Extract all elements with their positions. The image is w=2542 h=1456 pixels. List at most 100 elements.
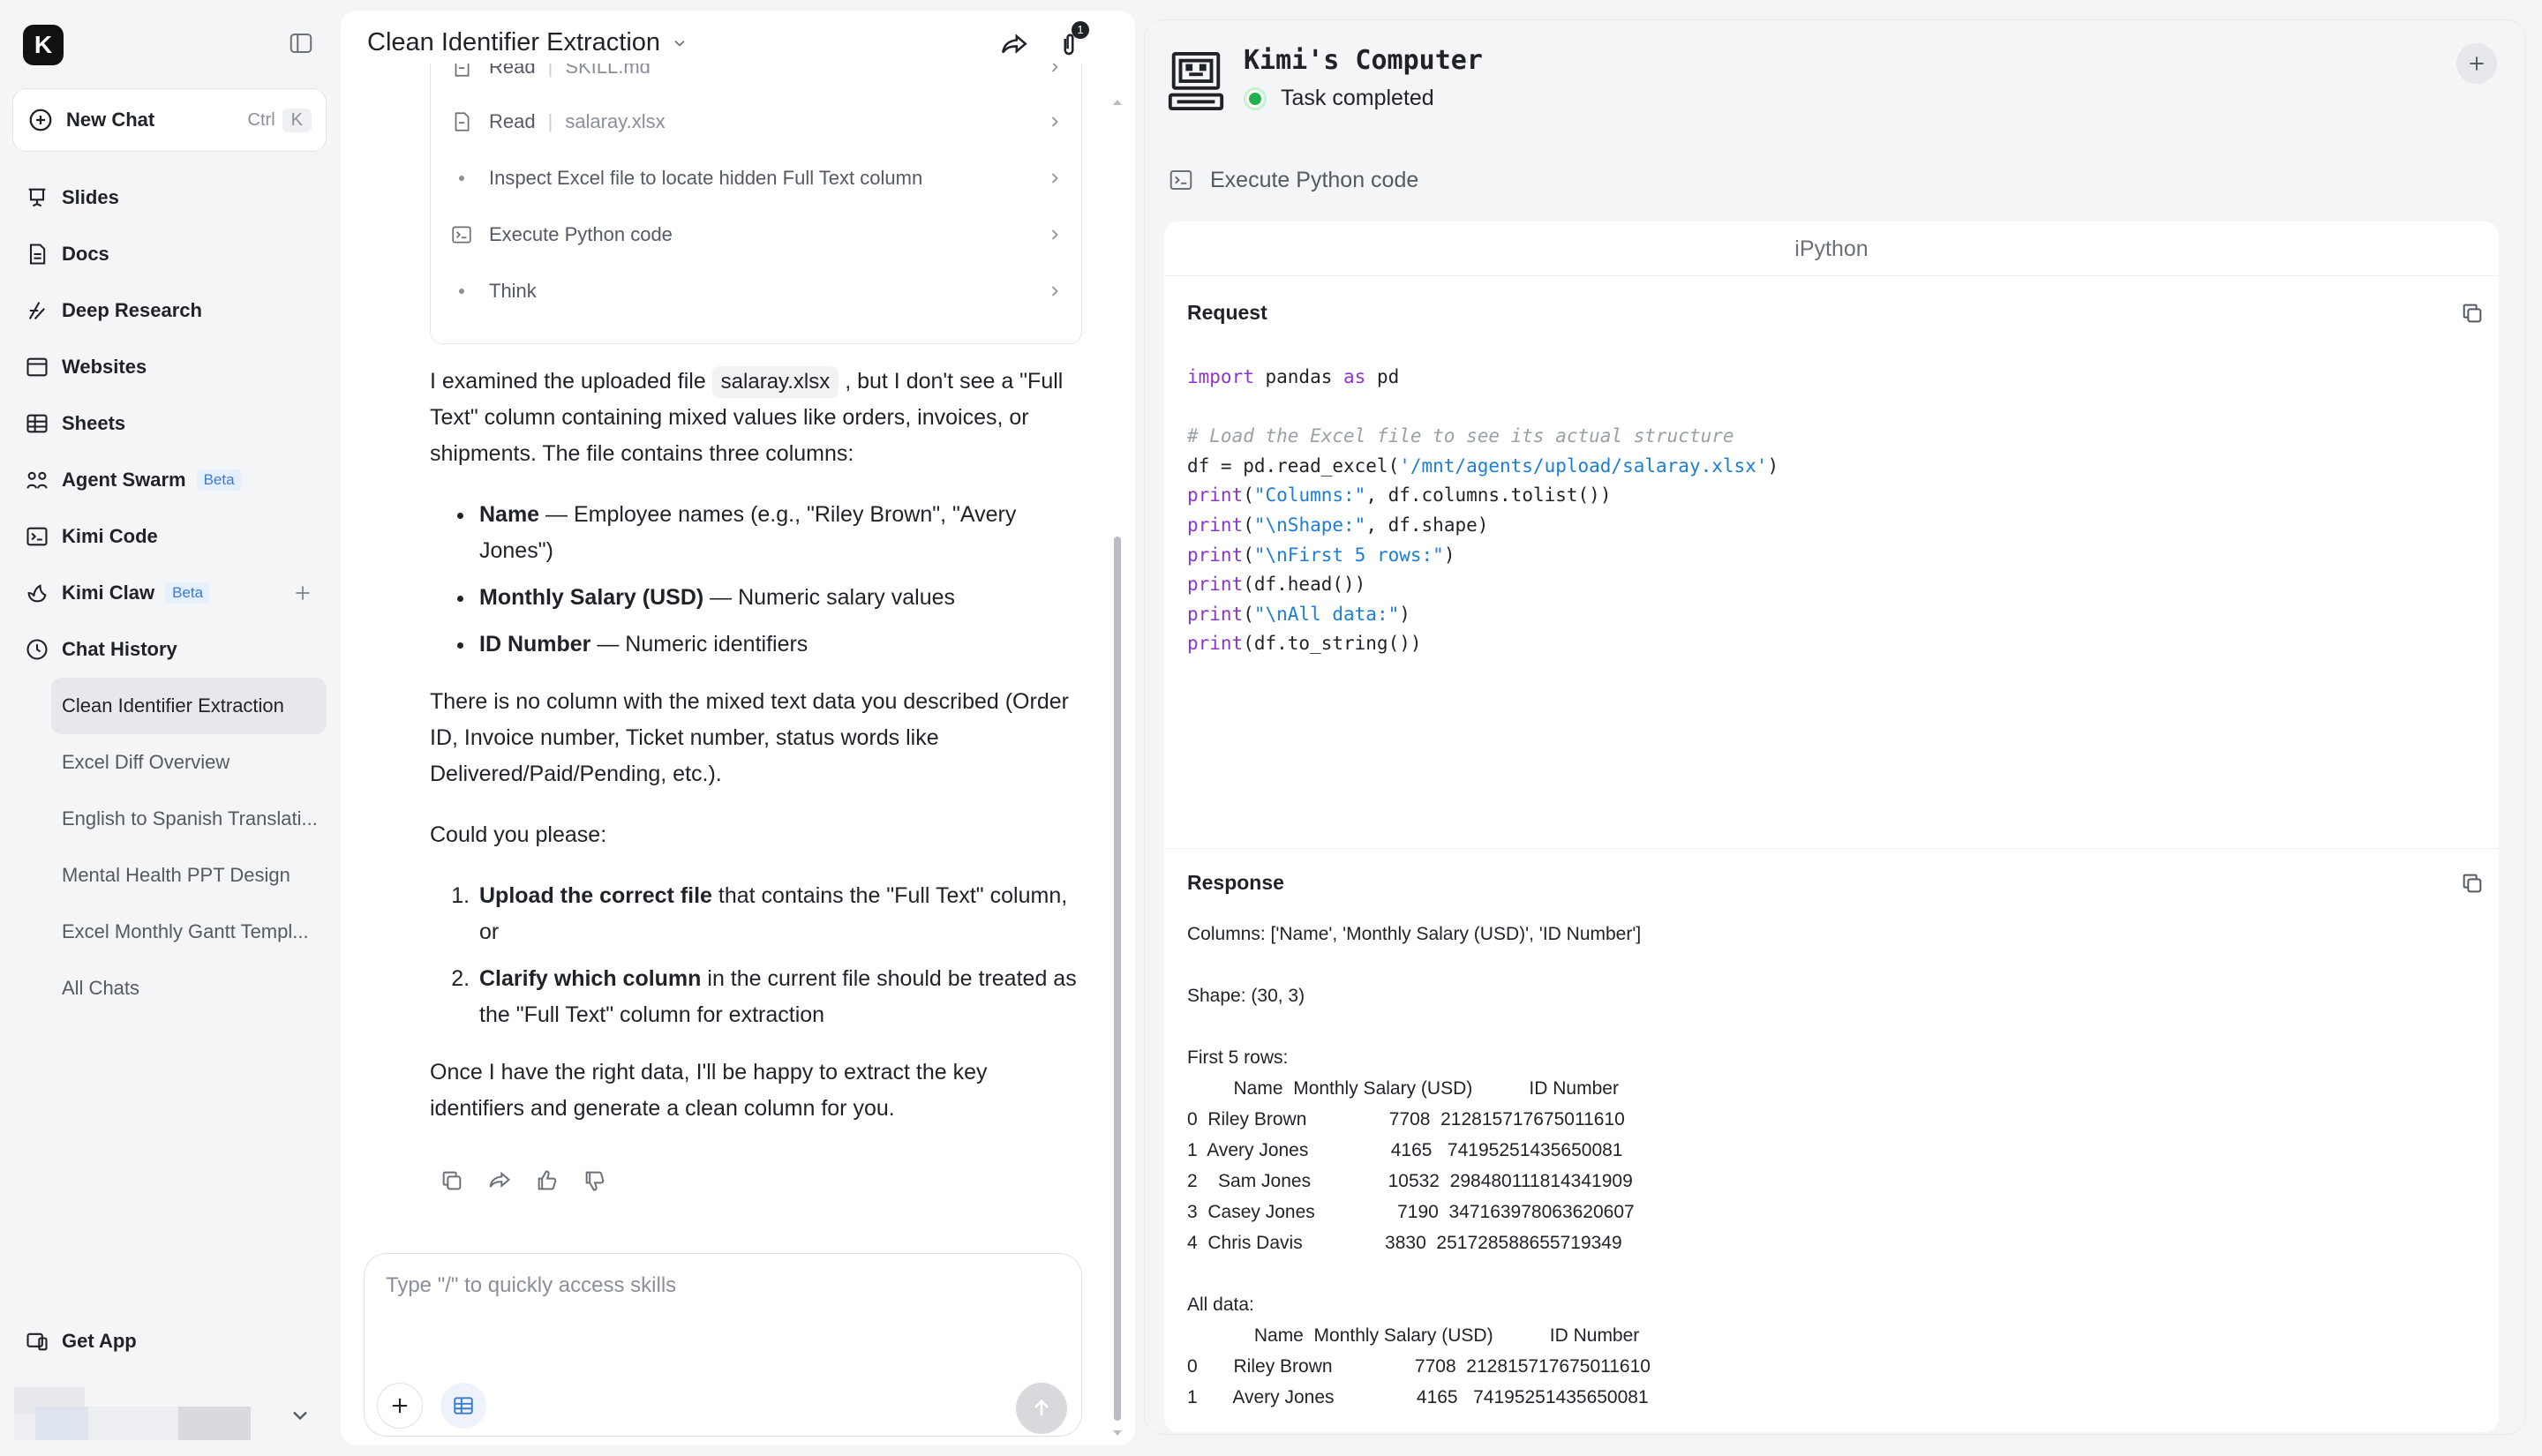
copy-icon[interactable] <box>440 1168 464 1193</box>
message-input[interactable] <box>386 1273 1057 1298</box>
history-item[interactable]: Mental Health PPT Design <box>51 847 327 904</box>
step-file: salaray.xlsx <box>565 110 666 132</box>
computer-title: Kimi's Computer <box>1244 45 1483 76</box>
step-read-skill[interactable]: Read | SKILL.md <box>431 64 1081 95</box>
chevron-down-icon[interactable] <box>288 1403 312 1428</box>
sidebar-toggle-icon[interactable] <box>288 30 314 56</box>
code-line: print(df.to_string()) <box>1187 633 1422 655</box>
file-chip[interactable]: salaray.xlsx <box>711 366 839 398</box>
sidebar-item-sheets[interactable]: Sheets <box>12 395 327 452</box>
sidebar-item-kimi-claw[interactable]: Kimi Claw Beta <box>12 565 327 621</box>
computer-panel: Kimi's Computer Task completed Execute P… <box>1144 19 2526 1435</box>
beta-badge: Beta <box>196 469 242 491</box>
output-line: All data: <box>1187 1295 1254 1315</box>
sidebar-item-websites[interactable]: Websites <box>12 339 327 395</box>
new-chat-button[interactable]: New Chat Ctrl K <box>12 88 327 152</box>
sidebar-item-label: Docs <box>62 243 109 265</box>
output-line: 1 Avery Jones 4165 74195251435650081 <box>1187 1140 1623 1160</box>
chat-title[interactable]: Clean Identifier Extraction <box>367 28 688 57</box>
share-icon[interactable] <box>487 1168 512 1193</box>
assistant-message: I examined the uploaded file salaray.xls… <box>430 364 1083 1152</box>
kimi-logo[interactable]: K <box>23 25 64 65</box>
sidebar: K New Chat Ctrl K Slides Docs Deep Resea… <box>0 0 341 1456</box>
terminal-icon <box>452 226 471 244</box>
plus-circle-icon <box>29 109 52 131</box>
thumbs-up-icon[interactable] <box>535 1168 560 1193</box>
response-label: Response <box>1187 871 1284 894</box>
code-line: print("Columns:", df.columns.tolist()) <box>1187 484 1612 507</box>
chevron-right-icon <box>1051 286 1058 296</box>
message-composer <box>364 1253 1082 1437</box>
file-icon <box>455 112 470 131</box>
sidebar-item-agent-swarm[interactable]: Agent Swarm Beta <box>12 452 327 508</box>
message-paragraph: I examined the uploaded file salaray.xls… <box>430 364 1083 472</box>
step-label: Read <box>489 64 536 78</box>
user-profile-blurred[interactable] <box>14 1387 251 1440</box>
output-line: 3 Casey Jones 7190 347163978063620607 <box>1187 1202 1635 1222</box>
scroll-up-icon[interactable] <box>1110 95 1124 109</box>
sidebar-item-chat-history[interactable]: Chat History <box>12 621 327 678</box>
deep-research-icon <box>28 302 45 320</box>
ipython-panel: iPython Request import pandas as pd # Lo… <box>1164 221 2499 1432</box>
sheets-icon <box>26 414 48 433</box>
sidebar-item-label: Chat History <box>62 638 177 660</box>
step-label: Read <box>489 110 536 132</box>
new-chat-label: New Chat <box>66 109 155 131</box>
code-line: print("\nAll data:") <box>1187 603 1410 625</box>
ipython-header: iPython <box>1164 221 2499 276</box>
code-line: import pandas as pd <box>1187 366 1400 387</box>
chevron-right-icon <box>1051 64 1058 72</box>
sidebar-item-deep-research[interactable]: Deep Research <box>12 282 327 339</box>
add-button[interactable] <box>2456 43 2497 84</box>
terminal-icon <box>1169 170 1192 190</box>
sidebar-item-label: Websites <box>62 356 147 378</box>
sidebar-item-docs[interactable]: Docs <box>12 226 327 282</box>
sidebar-item-label: Kimi Claw <box>62 582 155 604</box>
history-item[interactable]: Clean Identifier Extraction <box>51 678 327 734</box>
scroll-down-icon[interactable] <box>1110 1426 1124 1440</box>
step-inspect[interactable]: Inspect Excel file to locate hidden Full… <box>431 150 1081 206</box>
step-label: Execute Python code <box>489 223 673 245</box>
task-status-text: Task completed <box>1281 86 1434 110</box>
request-label: Request <box>1187 301 1267 324</box>
add-claw-icon[interactable] <box>291 582 314 604</box>
sidebar-item-slides[interactable]: Slides <box>12 169 327 226</box>
scroll-thumb[interactable] <box>1114 537 1121 1421</box>
sidebar-item-kimi-code[interactable]: Kimi Code <box>12 508 327 565</box>
step-think[interactable]: Think <box>431 263 1081 319</box>
plus-icon <box>392 1398 408 1414</box>
send-button[interactable] <box>1016 1383 1067 1434</box>
sidebar-item-label: Kimi Code <box>62 525 158 547</box>
code-line: print(df.head()) <box>1187 574 1366 596</box>
history-item[interactable]: English to Spanish Translati... <box>51 791 327 847</box>
share-icon[interactable] <box>999 30 1029 60</box>
all-chats-link[interactable]: All Chats <box>51 960 327 1017</box>
sheets-skill-button[interactable] <box>440 1383 486 1429</box>
add-attachment-button[interactable] <box>377 1383 423 1429</box>
copy-icon[interactable] <box>2460 301 2485 326</box>
thumbs-down-icon[interactable] <box>583 1168 607 1193</box>
list-item-bold: Clarify which column <box>479 966 702 991</box>
history-item[interactable]: Excel Diff Overview <box>51 734 327 791</box>
output-line: 0 Riley Brown 7708 212815717675011610 <box>1187 1356 1651 1377</box>
step-execute-python[interactable]: Execute Python code <box>431 206 1081 263</box>
step-read-xlsx[interactable]: Read | salaray.xlsx <box>431 94 1081 150</box>
list-item-bold: Monthly Salary (USD) <box>479 585 704 610</box>
message-paragraph: Once I have the right data, I'll be happ… <box>430 1060 988 1121</box>
step-label: Inspect Excel file to locate hidden Full… <box>489 167 923 189</box>
task-status: Task completed <box>1244 86 1434 111</box>
get-app-button[interactable]: Get App <box>25 1329 137 1354</box>
history-item[interactable]: Excel Monthly Gantt Templ... <box>51 904 327 960</box>
sidebar-item-label: Deep Research <box>62 299 202 321</box>
output-line: 4 Chris Davis 3830 251728588655719349 <box>1187 1233 1622 1253</box>
chevron-right-icon <box>1051 116 1058 127</box>
get-app-label: Get App <box>62 1330 137 1352</box>
chat-title-text: Clean Identifier Extraction <box>367 28 661 56</box>
websites-icon <box>26 357 48 377</box>
attachment-count-badge: 1 <box>1072 21 1089 39</box>
output-line: 0 Riley Brown 7708 212815717675011610 <box>1187 1109 1625 1130</box>
claw-icon <box>27 584 47 603</box>
chevron-down-icon <box>674 40 685 47</box>
copy-icon[interactable] <box>2460 871 2485 896</box>
chat-scrollbar[interactable] <box>1110 95 1124 1437</box>
